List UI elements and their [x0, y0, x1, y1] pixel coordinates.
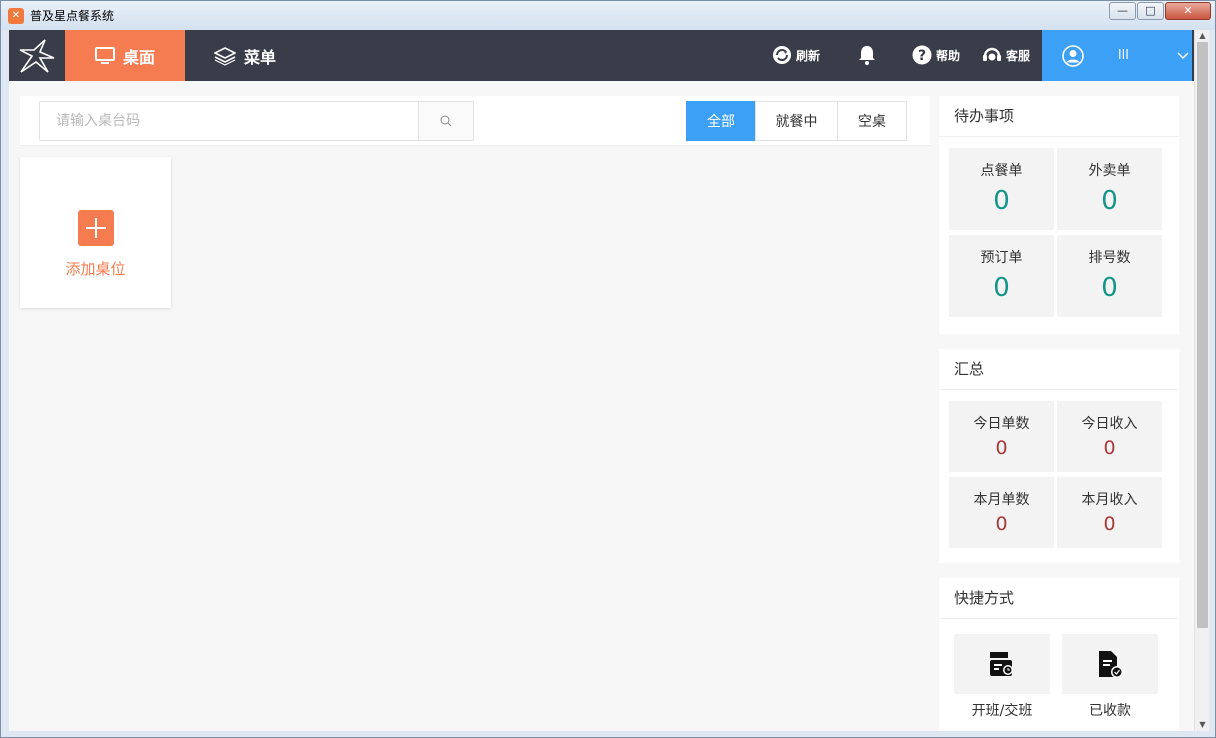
- svg-text:?: ?: [918, 48, 926, 64]
- shortcut-label: 已收款: [1089, 703, 1131, 719]
- todo-dine-in-orders[interactable]: 点餐单 0: [949, 148, 1054, 230]
- summary-today-income: 今日收入 0: [1057, 401, 1162, 472]
- close-button[interactable]: ✕: [1165, 2, 1211, 20]
- brand-logo: [9, 30, 65, 81]
- todo-takeout-orders[interactable]: 外卖单 0: [1057, 148, 1162, 230]
- customer-service-label: 客服: [1006, 48, 1031, 63]
- table-code-search-input[interactable]: [39, 101, 419, 141]
- search-button[interactable]: [418, 101, 474, 141]
- scroll-thumb[interactable]: [1197, 42, 1208, 628]
- tab-desktop-label: 桌面: [122, 47, 155, 67]
- stat-label: 预订单: [980, 250, 1023, 266]
- search-icon: [440, 115, 452, 127]
- refresh-label: 刷新: [796, 48, 821, 63]
- stat-value: 0: [1101, 186, 1118, 216]
- paid-receipt-icon: [1099, 651, 1123, 678]
- filter-all-button[interactable]: 全部: [686, 101, 756, 141]
- stat-label: 排号数: [1088, 250, 1131, 266]
- user-menu[interactable]: lll: [1042, 30, 1192, 81]
- window-title: 普及星点餐系统: [30, 9, 115, 23]
- filter-dining-button[interactable]: 就餐中: [755, 101, 838, 141]
- todo-stats: 点餐单 0 外卖单 0 预订单 0 排号数 0: [949, 148, 1162, 317]
- layers-icon: [214, 46, 236, 66]
- plus-icon: [77, 210, 114, 246]
- stat-label: 外卖单: [1088, 163, 1131, 179]
- summary-month-orders: 本月单数 0: [949, 477, 1054, 548]
- stat-value: 0: [993, 273, 1010, 303]
- maximize-button[interactable]: □: [1137, 2, 1164, 20]
- stat-label: 今日单数: [973, 416, 1030, 432]
- shortcuts-panel-title: 快捷方式: [939, 578, 1179, 619]
- shortcut-paid[interactable]: 已收款: [1062, 634, 1158, 720]
- stat-value: 0: [1103, 437, 1116, 459]
- app-logo-icon: ✕: [8, 7, 24, 24]
- top-nav-bar: 桌面 菜单 刷新 ? 帮助 客服 lll: [9, 30, 1209, 81]
- user-avatar-icon: [1062, 44, 1084, 67]
- scroll-up-arrow[interactable]: ▲: [1195, 30, 1209, 42]
- monitor-icon: [94, 46, 115, 64]
- shortcut-label: 开班/交班: [971, 703, 1033, 719]
- help-icon: ?: [912, 45, 932, 65]
- help-button[interactable]: ? 帮助: [912, 44, 960, 66]
- app-content: 桌面 菜单 刷新 ? 帮助 客服 lll 请输入桌台码 全部 就餐中 空桌 添加…: [9, 30, 1209, 731]
- stat-label: 本月单数: [973, 492, 1030, 508]
- bell-icon: [859, 46, 875, 65]
- customer-service-button[interactable]: 客服: [982, 44, 1030, 66]
- headset-icon: [983, 47, 1001, 61]
- chevron-down-icon: [1177, 51, 1189, 59]
- summary-month-income: 本月收入 0: [1057, 477, 1162, 548]
- filter-empty-button[interactable]: 空桌: [837, 101, 907, 141]
- summary-today-orders: 今日单数 0: [949, 401, 1054, 472]
- summary-stats: 今日单数 0 今日收入 0 本月单数 0 本月收入 0: [949, 401, 1162, 548]
- stat-value: 0: [995, 513, 1008, 535]
- tab-desktop[interactable]: 桌面: [65, 30, 185, 81]
- shortcuts-panel: 快捷方式 开班/交班 已收款: [939, 578, 1179, 731]
- star-logo-icon: [19, 38, 55, 73]
- stat-value: 0: [995, 437, 1008, 459]
- stat-label: 本月收入: [1081, 492, 1138, 508]
- help-label: 帮助: [936, 48, 961, 63]
- stat-value: 0: [993, 186, 1010, 216]
- summary-panel: 汇总 今日单数 0 今日收入 0 本月单数 0 本月收入 0: [939, 349, 1179, 563]
- stat-value: 0: [1103, 513, 1116, 535]
- user-name: lll: [1118, 48, 1129, 63]
- app-window: ✕ 普及星点餐系统 — □ ✕ 桌面 菜单 刷新 ? 帮助 客服 lll 请输入…: [0, 0, 1216, 738]
- minimize-button[interactable]: —: [1109, 2, 1136, 20]
- refresh-icon: [773, 46, 791, 64]
- table-toolbar: 全部 就餐中 空桌: [20, 96, 930, 146]
- add-table-card[interactable]: 添加桌位: [20, 157, 171, 308]
- tab-menu-label: 菜单: [244, 47, 277, 67]
- todo-reservations[interactable]: 预订单 0: [949, 235, 1054, 317]
- summary-panel-title: 汇总: [939, 349, 1179, 390]
- add-table-label: 添加桌位: [65, 260, 126, 278]
- shortcut-shift-handover[interactable]: 开班/交班: [954, 634, 1050, 720]
- scroll-down-arrow[interactable]: ▼: [1195, 719, 1209, 731]
- stat-label: 点餐单: [980, 163, 1023, 179]
- stat-value: 0: [1101, 273, 1118, 303]
- todo-queue-numbers[interactable]: 排号数 0: [1057, 235, 1162, 317]
- vertical-scrollbar[interactable]: ▲ ▼: [1194, 30, 1209, 731]
- tab-menu[interactable]: 菜单: [214, 30, 276, 81]
- window-controls: — □ ✕: [1108, 2, 1211, 20]
- notification-button[interactable]: [858, 44, 880, 66]
- table-filter-group: 全部 就餐中 空桌: [686, 101, 907, 141]
- window-titlebar: ✕ 普及星点餐系统 — □ ✕: [1, 1, 1215, 30]
- stat-label: 今日收入: [1081, 416, 1138, 432]
- todo-panel-title: 待办事项: [939, 96, 1179, 137]
- refresh-button[interactable]: 刷新: [772, 44, 820, 66]
- shift-handover-icon: [990, 652, 1013, 676]
- todo-panel: 待办事项 点餐单 0 外卖单 0 预订单 0 排号数 0: [939, 96, 1179, 334]
